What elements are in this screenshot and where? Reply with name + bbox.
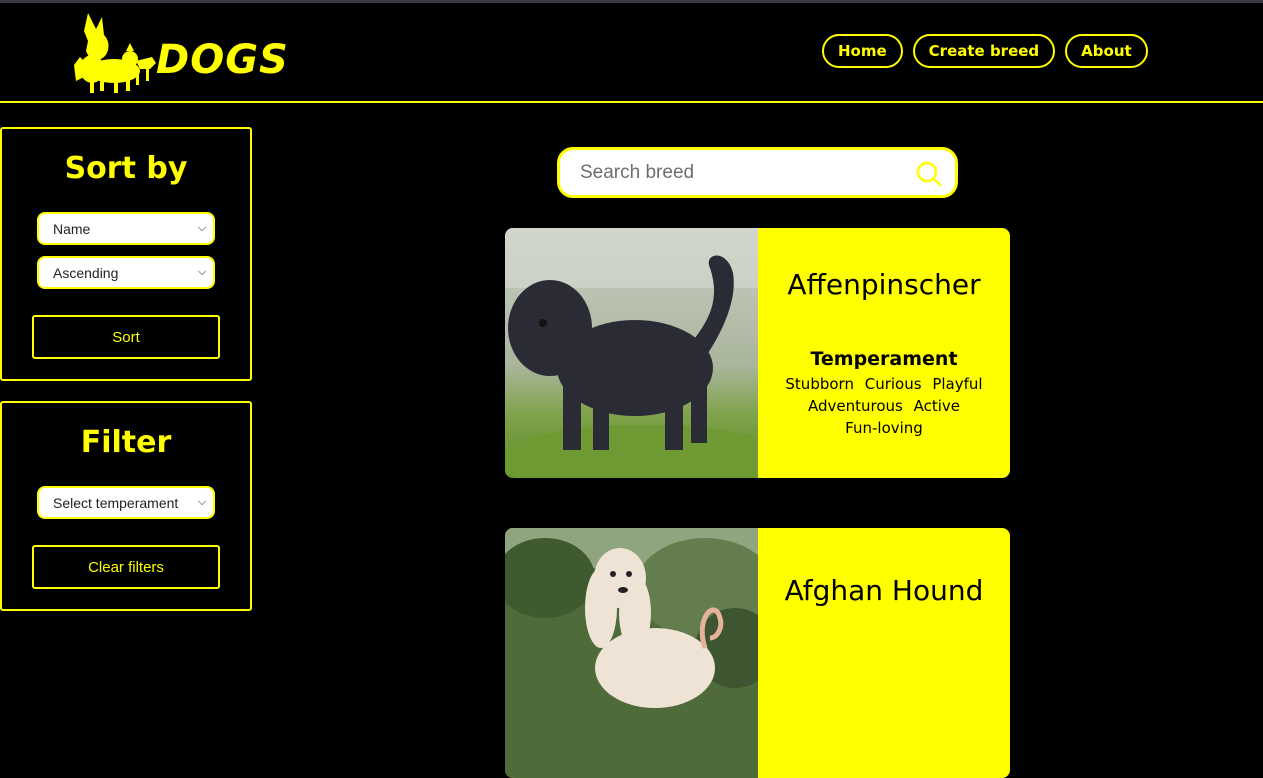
breed-name: Afghan Hound [784,574,984,607]
breed-name: Affenpinscher [787,268,981,301]
clear-filters-button[interactable]: Clear filters [32,545,220,589]
breed-card[interactable]: Affenpinscher Temperament Stubborn Curio… [505,228,1010,478]
search-placeholder: Search breed [580,162,695,183]
breed-card[interactable]: Afghan Hound [505,528,1010,778]
sort-field-value: Name [53,220,91,237]
site-header: DOGS Home Create breed About [0,3,1263,103]
temperament-select-value: Select temperament [53,494,179,511]
temperament-tag: Active [913,397,961,415]
sort-order-select[interactable]: Ascending ⌵ [37,256,215,289]
nav-home-button[interactable]: Home [822,34,903,68]
temperament-tag: Curious [864,375,922,393]
chevron-down-icon: ⌵ [197,496,207,508]
nav-about-button[interactable]: About [1065,34,1148,68]
search-icon[interactable] [915,160,943,188]
main-nav: Home Create breed About [822,34,1148,68]
temperament-tag: Playful [932,375,983,393]
sort-button[interactable]: Sort [32,315,220,359]
breed-info: Affenpinscher Temperament Stubborn Curio… [758,228,1010,478]
breed-photo-affenpinscher [505,228,758,478]
sort-panel-title: Sort by [64,151,188,186]
temperament-tag: Fun-loving [845,419,923,437]
sort-field-select[interactable]: Name ⌵ [37,212,215,245]
nav-create-breed-button[interactable]: Create breed [912,34,1056,68]
logo-text: DOGS [156,37,289,83]
breed-info: Afghan Hound [758,528,1010,778]
filter-panel-title: Filter [80,425,172,460]
sort-panel: Sort by Name ⌵ Ascending ⌵ Sort [0,127,252,381]
chevron-down-icon: ⌵ [197,222,207,234]
filter-panel: Filter Select temperament ⌵ Clear filter… [0,401,252,611]
temperament-tag: Adventurous [807,397,903,415]
chevron-down-icon: ⌵ [197,266,207,278]
sort-order-value: Ascending [53,264,119,281]
site-logo[interactable]: DOGS [70,11,288,96]
temperament-select[interactable]: Select temperament ⌵ [37,486,215,519]
dogs-silhouette-icon [74,13,156,93]
temperament-heading: Temperament [810,348,958,370]
breed-photo-afghan-hound [505,528,758,778]
search-input[interactable]: Search breed [557,147,958,198]
temperament-list: Stubborn Curious Playful Adventurous Act… [778,373,990,439]
temperament-tag: Stubborn [785,375,854,393]
